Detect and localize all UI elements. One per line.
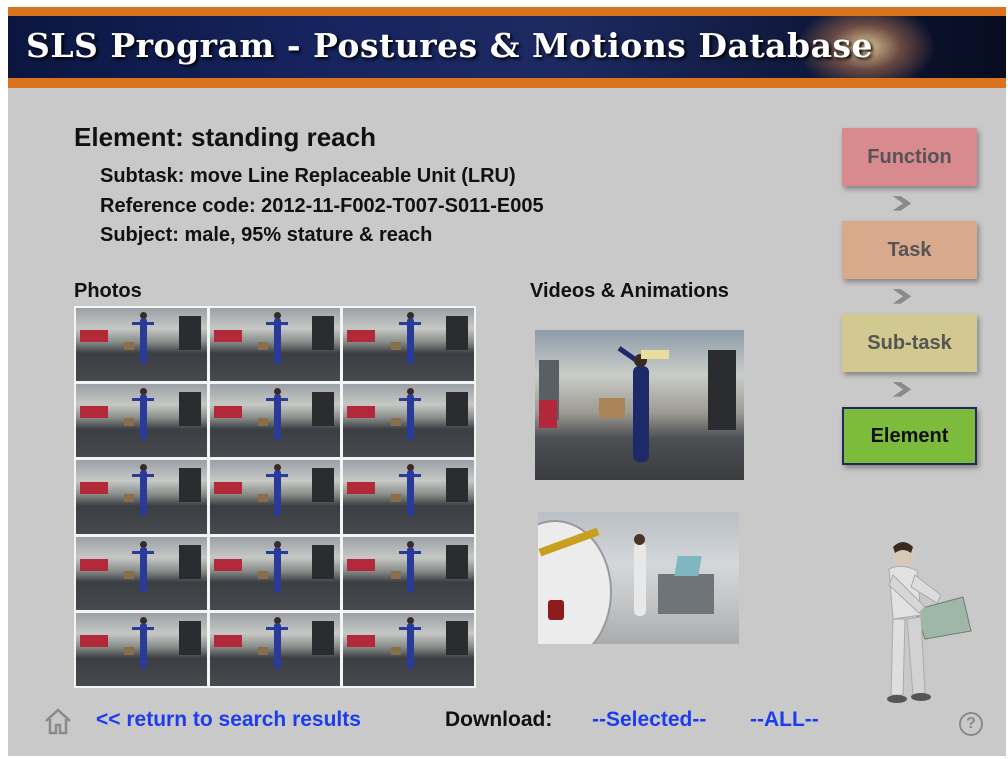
photo-thumbnail[interactable] [209, 536, 341, 610]
animation-thumbnail[interactable] [538, 512, 739, 644]
photo-thumbnail[interactable] [76, 384, 207, 458]
photos-heading: Photos [74, 280, 142, 302]
photo-grid [74, 306, 476, 688]
photo-thumbnail[interactable] [209, 612, 341, 686]
return-to-search-link[interactable]: << return to search results [96, 708, 361, 732]
header-banner: SLS Program - Postures & Motions Databas… [8, 16, 1006, 78]
photo-thumbnail[interactable] [209, 308, 341, 382]
download-label: Download: [445, 708, 553, 731]
reference-code-line: Reference code: 2012-11-F002-T007-S011-E… [100, 195, 544, 217]
photo-thumbnail[interactable] [343, 460, 474, 534]
photo-thumbnail[interactable] [76, 536, 207, 610]
page-title: SLS Program - Postures & Motions Databas… [26, 26, 874, 65]
nav-subtask-button[interactable]: Sub-task [842, 314, 977, 372]
subject-line: Subject: male, 95% stature & reach [100, 224, 433, 246]
nav-task-button[interactable]: Task [842, 221, 977, 279]
header-bottom-stripe [8, 78, 1006, 88]
download-selected-link[interactable]: --Selected-- [592, 708, 706, 732]
element-title: Element: standing reach [74, 122, 376, 152]
chevron-down-icon: ❯︎ [888, 194, 915, 210]
photo-thumbnail[interactable] [76, 308, 207, 382]
download-all-link[interactable]: --ALL-- [750, 708, 819, 732]
chevron-down-icon: ❯︎ [888, 380, 915, 396]
photo-thumbnail[interactable] [343, 536, 474, 610]
header-top-stripe [8, 7, 1006, 16]
subtask-line: Subtask: move Line Replaceable Unit (LRU… [100, 165, 516, 187]
photo-thumbnail[interactable] [209, 460, 341, 534]
help-icon[interactable]: ? [959, 712, 983, 736]
photo-thumbnail[interactable] [343, 308, 474, 382]
chevron-down-icon: ❯︎ [888, 287, 915, 303]
photo-thumbnail[interactable] [343, 612, 474, 686]
photo-thumbnail[interactable] [76, 612, 207, 686]
mannequin-figure-icon [845, 535, 975, 710]
home-icon[interactable] [43, 706, 73, 736]
photo-thumbnail[interactable] [209, 384, 341, 458]
photo-thumbnail[interactable] [343, 384, 474, 458]
nav-function-button[interactable]: Function [842, 128, 977, 186]
photo-thumbnail[interactable] [76, 460, 207, 534]
videos-heading: Videos & Animations [530, 280, 729, 302]
nav-element-button[interactable]: Element [842, 407, 977, 465]
video-thumbnail[interactable] [535, 330, 744, 480]
